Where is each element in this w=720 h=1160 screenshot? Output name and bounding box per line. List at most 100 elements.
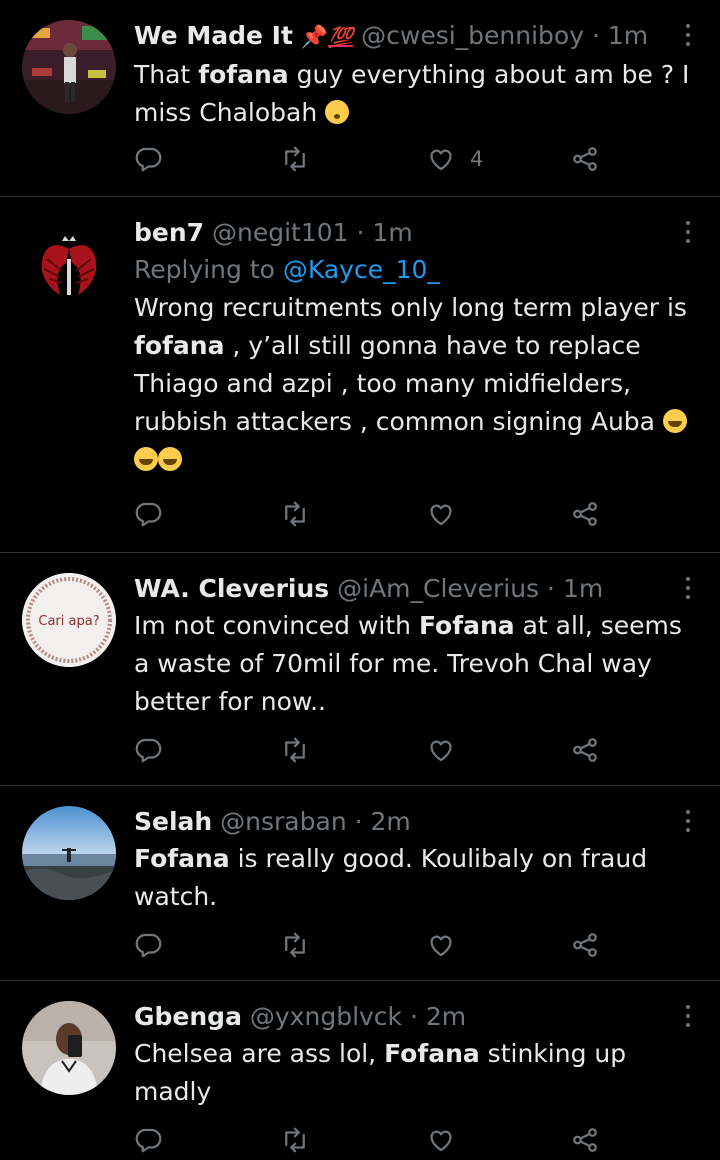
- more-icon[interactable]: [684, 24, 692, 50]
- tweet-actions: [134, 497, 720, 537]
- reply-button[interactable]: [134, 733, 164, 767]
- share-icon: [573, 147, 597, 171]
- like-button[interactable]: [426, 1123, 456, 1157]
- retweet-button[interactable]: [280, 497, 310, 531]
- tweet[interactable]: ben7 @negit101 · 1m Replying to @Kayce_1…: [0, 197, 720, 553]
- share-icon: [573, 1128, 597, 1152]
- retweet-button[interactable]: [280, 142, 310, 176]
- reply-icon: [135, 738, 162, 763]
- tweet-text: Wrong recruitments only long term player…: [134, 289, 696, 479]
- tweet-actions: [134, 1123, 720, 1160]
- user-handle[interactable]: @iAm_Cleverius: [337, 574, 539, 603]
- grinning-squinting-face-emoji: [662, 409, 687, 433]
- user-handle[interactable]: @negit101: [212, 218, 349, 247]
- display-name[interactable]: Selah: [134, 807, 212, 836]
- tweet[interactable]: Cari apa? WA. Cleverius @iAm_Cleverius ·…: [0, 553, 720, 786]
- user-handle[interactable]: @nsraban: [220, 807, 347, 836]
- more-icon[interactable]: [684, 810, 692, 836]
- like-count: 4: [470, 147, 484, 171]
- timestamp[interactable]: 1m: [563, 574, 603, 603]
- retweet-icon: [285, 737, 305, 763]
- tweet-header: Selah @nsraban · 2m: [134, 804, 696, 840]
- pushpin-emoji: 📌: [300, 25, 329, 50]
- tweet-actions: [134, 928, 720, 968]
- avatar[interactable]: [22, 1001, 116, 1095]
- retweet-button[interactable]: [280, 733, 310, 767]
- like-icon: [430, 935, 452, 957]
- display-name[interactable]: ben7: [134, 218, 204, 247]
- avatar-label: Cari apa?: [38, 614, 99, 629]
- reply-button[interactable]: [134, 497, 164, 531]
- share-icon: [573, 933, 597, 957]
- user-handle[interactable]: @yxngblvck: [250, 1002, 402, 1031]
- avatar[interactable]: [22, 20, 116, 114]
- separator-dot: ·: [354, 807, 363, 836]
- share-icon: [573, 738, 597, 762]
- reply-icon: [135, 147, 162, 172]
- separator-dot: ·: [591, 21, 600, 50]
- tweet-text: Im not convinced with Fofana at all, see…: [134, 611, 682, 716]
- retweet-icon: [285, 501, 305, 527]
- tweet-feed: We Made It 📌💯 @cwesi_benniboy · 1m That …: [0, 0, 720, 1160]
- like-icon: [430, 149, 452, 171]
- tweet-text: Fofana is really good. Koulibaly on frau…: [134, 844, 648, 911]
- reply-icon: [135, 933, 162, 958]
- display-name[interactable]: WA. Cleverius: [134, 574, 329, 603]
- tweet[interactable]: Selah @nsraban · 2m Fofana is really goo…: [0, 786, 720, 981]
- retweet-button[interactable]: [280, 1123, 310, 1157]
- retweet-button[interactable]: [280, 928, 310, 962]
- like-icon: [430, 504, 452, 526]
- tweet-header: WA. Cleverius @iAm_Cleverius · 1m: [134, 571, 696, 607]
- tweet-actions: 4: [134, 142, 720, 182]
- reply-icon: [135, 1128, 162, 1153]
- share-button[interactable]: [570, 497, 600, 531]
- mention-link[interactable]: @Kayce_10_: [283, 255, 440, 284]
- grinning-squinting-face-emoji: [158, 447, 182, 471]
- separator-dot: ·: [547, 574, 555, 603]
- reply-button[interactable]: [134, 142, 164, 176]
- display-name[interactable]: Gbenga: [134, 1002, 242, 1031]
- retweet-icon: [285, 932, 305, 958]
- like-icon: [430, 740, 452, 762]
- share-button[interactable]: [570, 733, 600, 767]
- more-icon[interactable]: [684, 221, 692, 247]
- display-name[interactable]: We Made It: [134, 21, 293, 50]
- tweet-header: We Made It 📌💯 @cwesi_benniboy · 1m: [134, 18, 696, 56]
- user-handle[interactable]: @cwesi_benniboy: [361, 21, 584, 50]
- avatar[interactable]: [22, 219, 116, 313]
- separator-dot: ·: [409, 1002, 418, 1031]
- like-button[interactable]: [426, 497, 456, 531]
- retweet-icon: [285, 146, 305, 172]
- tweet-text: Chelsea are ass lol, Fofana stinking up …: [134, 1039, 627, 1106]
- like-button[interactable]: [426, 928, 456, 962]
- avatar[interactable]: [22, 806, 116, 900]
- more-icon[interactable]: [684, 1005, 692, 1031]
- timestamp[interactable]: 1m: [372, 218, 412, 247]
- share-icon: [573, 502, 597, 526]
- tweet-header: ben7 @negit101 · 1m: [134, 215, 696, 251]
- tweet-header: Gbenga @yxngblvck · 2m: [134, 999, 696, 1035]
- hundred-points-emoji: 💯: [328, 25, 354, 49]
- timestamp[interactable]: 2m: [371, 807, 411, 836]
- reply-icon: [135, 502, 162, 527]
- tweet[interactable]: Gbenga @yxngblvck · 2m Chelsea are ass l…: [0, 981, 720, 1160]
- share-button[interactable]: [570, 1123, 600, 1157]
- tweet-text: That fofana guy everything about am be ?…: [134, 60, 690, 127]
- replying-to: Replying to @Kayce_10_: [134, 255, 440, 284]
- like-button[interactable]: [426, 733, 456, 767]
- timestamp[interactable]: 1m: [608, 21, 648, 50]
- reply-button[interactable]: [134, 1123, 164, 1157]
- like-icon: [430, 1130, 452, 1152]
- separator-dot: ·: [356, 218, 365, 247]
- timestamp[interactable]: 2m: [426, 1002, 466, 1031]
- grinning-squinting-face-emoji: [134, 447, 158, 471]
- share-button[interactable]: [570, 928, 600, 962]
- avatar[interactable]: Cari apa?: [22, 573, 116, 667]
- reply-button[interactable]: [134, 928, 164, 962]
- like-button[interactable]: 4: [426, 142, 483, 176]
- share-button[interactable]: [570, 142, 600, 176]
- tweet-actions: [134, 733, 720, 773]
- retweet-icon: [285, 1127, 305, 1153]
- tweet[interactable]: We Made It 📌💯 @cwesi_benniboy · 1m That …: [0, 0, 720, 197]
- more-icon[interactable]: [684, 577, 692, 603]
